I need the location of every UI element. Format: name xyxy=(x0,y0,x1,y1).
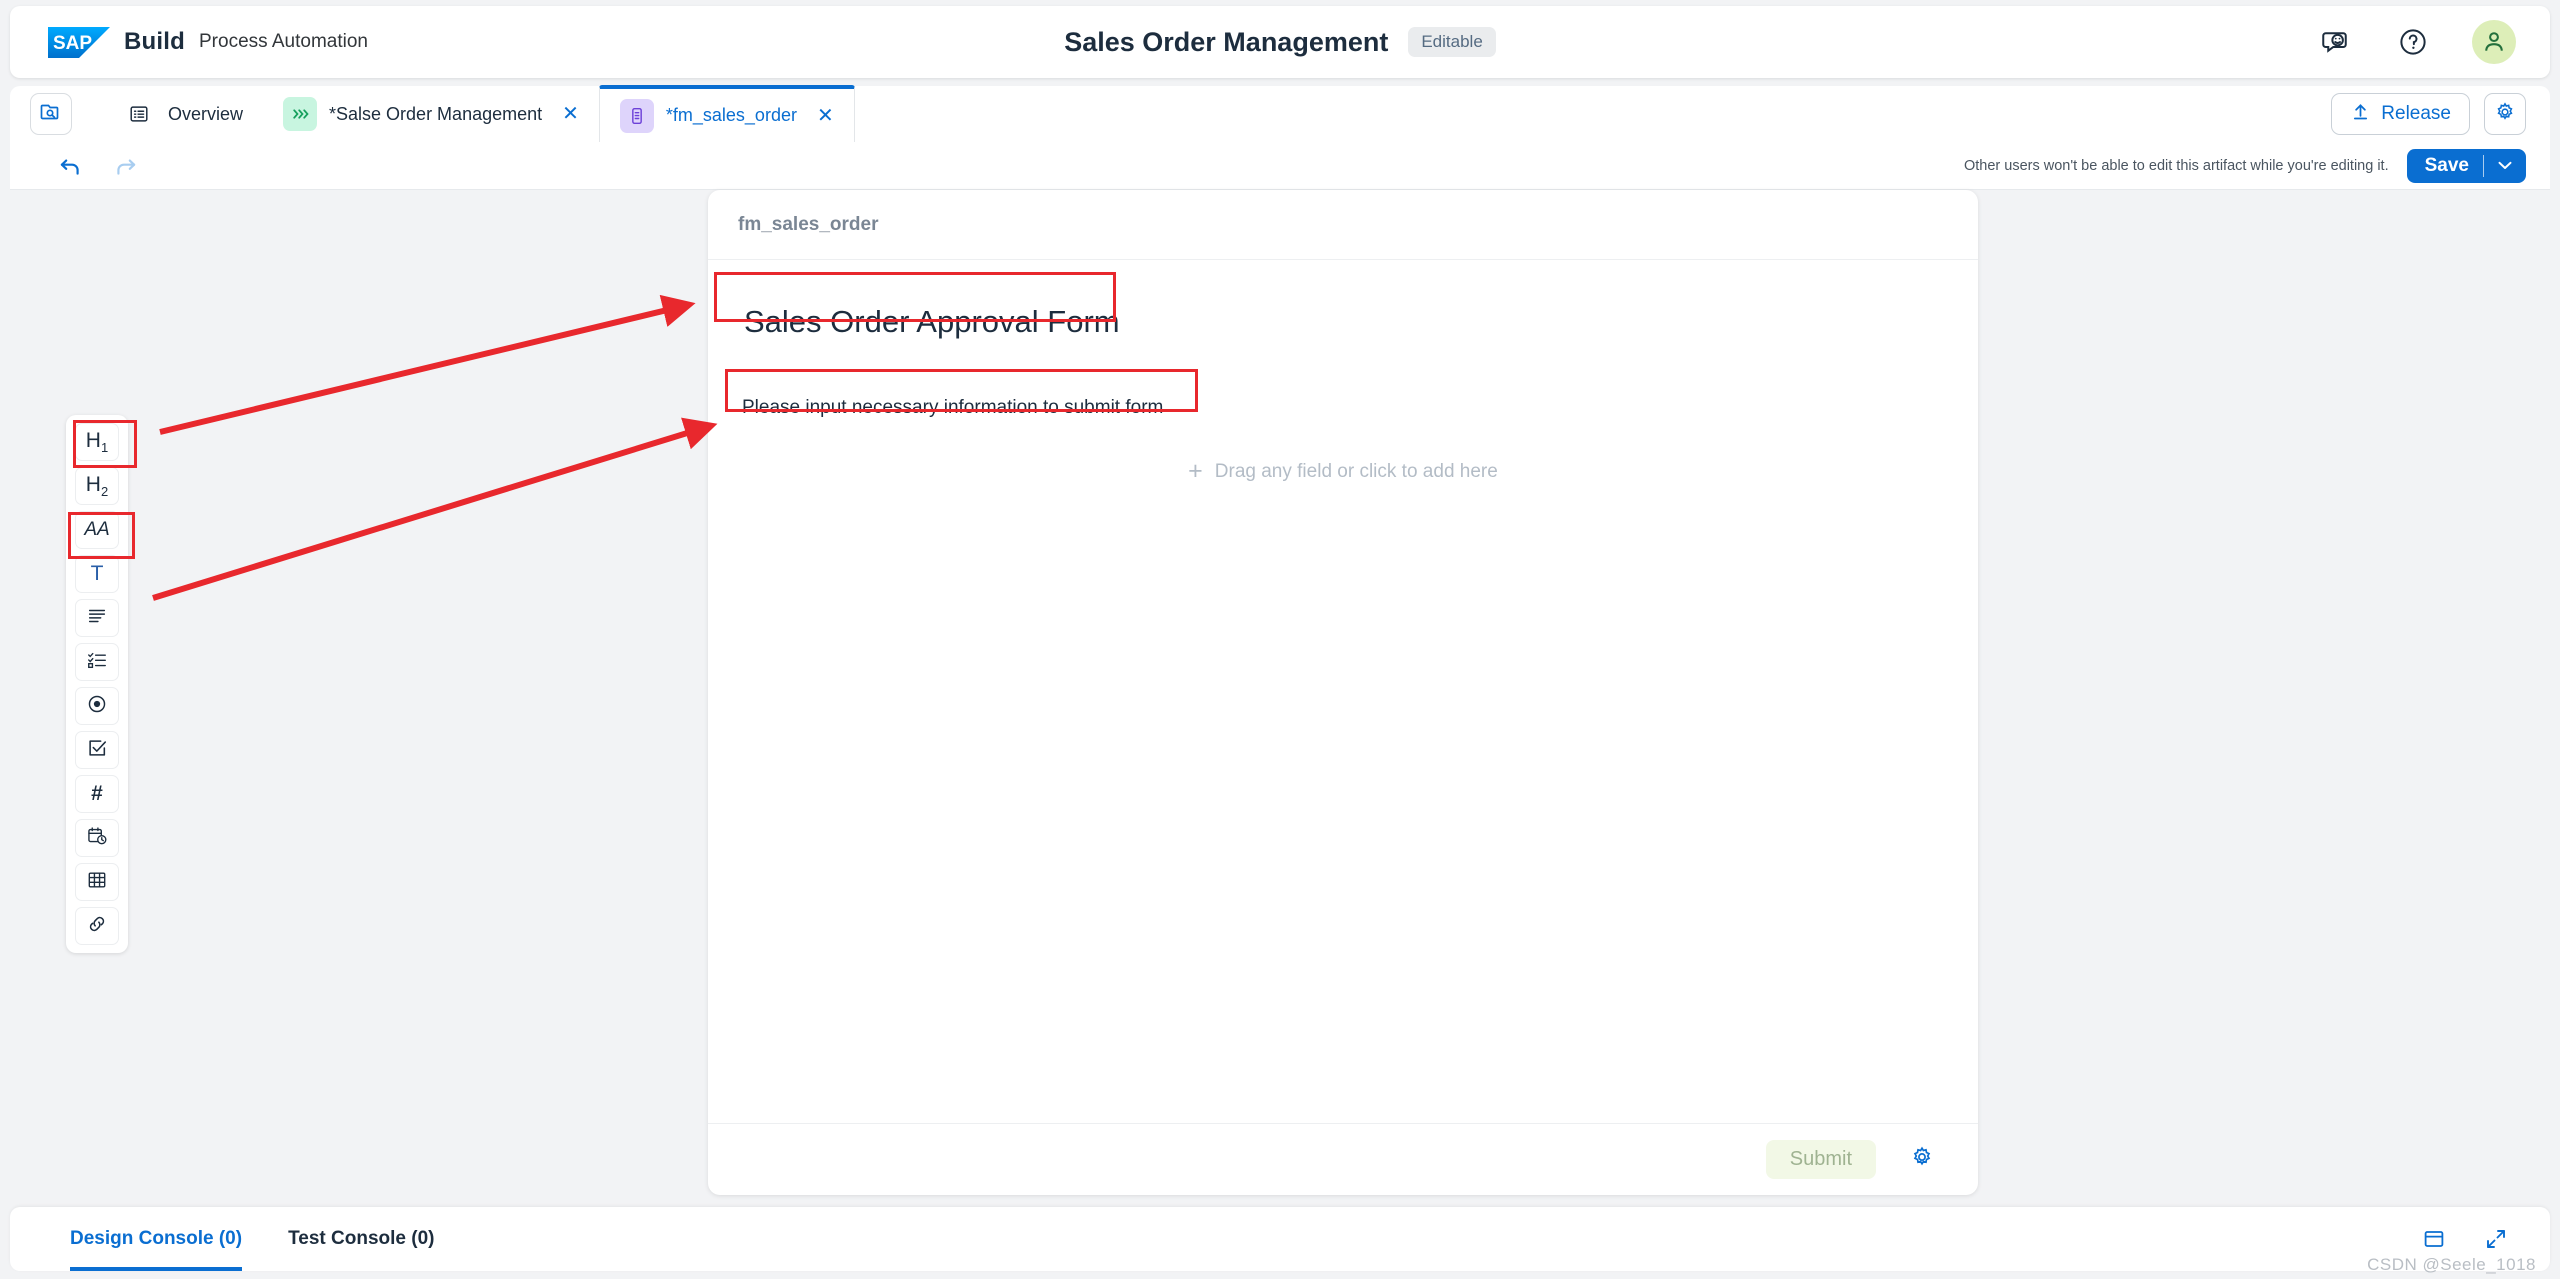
palette-item-text-input[interactable]: T xyxy=(75,555,119,593)
brand-name: Build xyxy=(124,28,185,55)
text-area-icon xyxy=(86,605,108,632)
release-button[interactable]: Release xyxy=(2331,93,2470,135)
table-grid-icon xyxy=(86,869,108,896)
console-tabs: Design Console (0) Test Console (0) xyxy=(70,1207,434,1271)
tab-test-console[interactable]: Test Console (0) xyxy=(288,1207,434,1271)
palette-item-multi-select-list[interactable] xyxy=(75,643,119,681)
tab-close-icon[interactable]: ✕ xyxy=(562,104,579,124)
multi-select-list-icon xyxy=(86,649,108,676)
form-settings-button[interactable] xyxy=(1906,1144,1938,1176)
plus-icon: + xyxy=(1188,457,1203,486)
process-chevrons-icon xyxy=(283,97,318,131)
avatar[interactable] xyxy=(2472,20,2516,64)
palette-item-radio-button[interactable] xyxy=(75,687,119,725)
palette-item-checkbox[interactable] xyxy=(75,731,119,769)
chevron-down-icon[interactable] xyxy=(2484,158,2526,173)
date-time-icon xyxy=(86,825,108,852)
editor-settings-button[interactable] xyxy=(2484,93,2526,135)
form-footer: Submit xyxy=(708,1123,1978,1195)
gear-icon xyxy=(2494,101,2516,128)
save-label: Save xyxy=(2424,154,2469,176)
tab-overview[interactable]: Overview xyxy=(102,86,263,142)
form-subtitle[interactable]: Please input necessary information to su… xyxy=(730,390,1175,428)
svg-text:SAP: SAP xyxy=(53,33,92,54)
drop-hint-label: Drag any field or click to add here xyxy=(1214,460,1498,482)
tab-bar: Overview *Salse Order Management ✕ *fm_s… xyxy=(10,85,2550,142)
palette-item-paragraph-text[interactable]: AA xyxy=(75,511,119,549)
edit-lock-note: Other users won't be able to edit this a… xyxy=(1963,157,2389,174)
editor-toolbar: Other users won't be able to edit this a… xyxy=(10,142,2550,190)
undo-arrow-icon[interactable] xyxy=(55,151,85,181)
palette-item-number-field[interactable]: # xyxy=(75,775,119,813)
app-header: SAP Build Process Automation Sales Order… xyxy=(10,6,2550,78)
tab-label: *fm_sales_order xyxy=(665,105,797,125)
release-label: Release xyxy=(2381,103,2451,124)
form-preview-card: fm_sales_order Sales Order Approval Form… xyxy=(708,190,1978,1195)
feedback-smiley-icon[interactable] xyxy=(2320,25,2354,59)
tab-fm-sales-order[interactable]: *fm_sales_order ✕ xyxy=(598,85,855,142)
watermark: CSDN @Seele_1018 xyxy=(2367,1255,2536,1274)
tabbar-actions: Release xyxy=(2331,86,2550,142)
sap-logo-icon: SAP xyxy=(48,26,110,58)
upload-arrow-icon xyxy=(2350,101,2371,128)
text-input-icon: T xyxy=(90,562,104,585)
explorer-toggle-button[interactable] xyxy=(30,93,72,135)
toolbar-actions: Other users won't be able to edit this a… xyxy=(1963,148,2550,183)
tab-salse-order-management[interactable]: *Salse Order Management ✕ xyxy=(263,86,599,142)
help-question-icon[interactable] xyxy=(2396,25,2430,59)
form-icon xyxy=(619,98,654,133)
radio-button-icon xyxy=(86,693,108,720)
brand-area: SAP Build Process Automation xyxy=(48,26,368,58)
field-palette: H1 H2 AA T # xyxy=(66,415,128,953)
palette-item-heading-2[interactable]: H2 xyxy=(75,467,119,505)
form-body: Sales Order Approval Form Please input n… xyxy=(708,260,1978,1123)
paragraph-text-icon: AA xyxy=(84,519,110,540)
tab-label: *Salse Order Management xyxy=(329,103,543,124)
palette-item-link-field[interactable] xyxy=(75,907,119,945)
number-hash-icon: # xyxy=(91,782,103,805)
page-title: Sales Order Management xyxy=(1064,26,1389,57)
expand-fullscreen-icon[interactable] xyxy=(2482,1225,2510,1253)
redo-arrow-icon[interactable] xyxy=(111,151,141,181)
history-controls xyxy=(55,151,141,181)
form-drop-area[interactable]: + Drag any field or click to add here xyxy=(730,459,1956,484)
app-root: SAP Build Process Automation Sales Order… xyxy=(0,0,2560,1279)
submit-button[interactable]: Submit xyxy=(1765,1140,1876,1179)
bottom-console: Design Console (0) Test Console (0) xyxy=(10,1207,2550,1271)
console-actions xyxy=(2420,1225,2550,1253)
folder-search-icon xyxy=(39,100,63,129)
tab-design-console[interactable]: Design Console (0) xyxy=(70,1207,243,1271)
link-chain-icon xyxy=(86,913,108,940)
header-title-area: Sales Order Management Editable xyxy=(10,6,2550,78)
gear-icon xyxy=(1910,1145,1934,1174)
form-artifact-name: fm_sales_order xyxy=(708,190,1978,260)
save-button[interactable]: Save xyxy=(2406,148,2526,183)
header-actions xyxy=(2320,6,2516,78)
palette-item-date-time-field[interactable] xyxy=(75,819,119,857)
split-panel-icon[interactable] xyxy=(2420,1225,2448,1253)
tab-label: Overview xyxy=(168,103,244,124)
heading-2-icon: H2 xyxy=(85,472,109,500)
status-badge: Editable xyxy=(1408,27,1496,57)
palette-item-heading-1[interactable]: H1 xyxy=(75,423,119,461)
editor-tabs: Overview *Salse Order Management ✕ *fm_s… xyxy=(102,85,855,142)
overview-list-icon xyxy=(122,97,156,131)
palette-item-text-area[interactable] xyxy=(75,599,119,637)
checkbox-icon xyxy=(86,737,108,764)
heading-1-icon: H1 xyxy=(85,428,109,456)
brand-subtitle: Process Automation xyxy=(199,31,368,52)
tab-close-icon[interactable]: ✕ xyxy=(817,106,834,126)
palette-item-table-field[interactable] xyxy=(75,863,119,901)
form-title[interactable]: Sales Order Approval Form xyxy=(730,298,1134,348)
